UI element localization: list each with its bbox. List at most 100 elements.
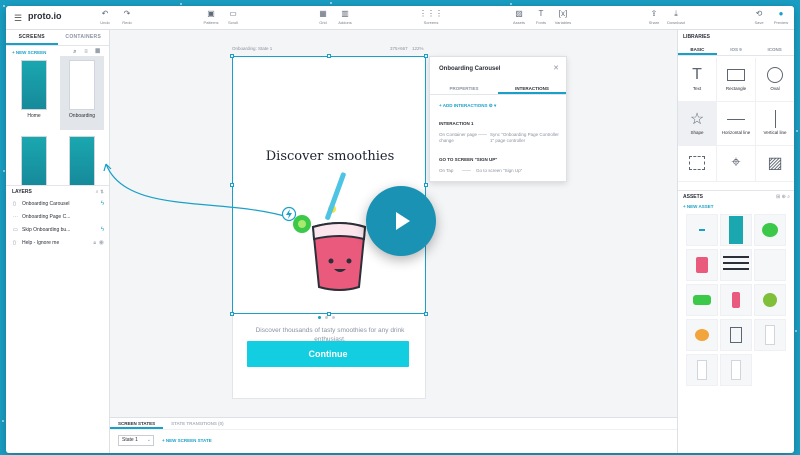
asset-thumb[interactable]	[720, 319, 752, 351]
screens-icon: ⋮⋮⋮	[419, 9, 443, 18]
shape-image[interactable]: ▨	[756, 146, 794, 182]
interaction-bolt-icon[interactable]	[281, 206, 297, 222]
layer-item[interactable]: ⋯ Onboarding Page C...	[6, 211, 110, 223]
panel-tabs: PROPERTIES INTERACTIONS	[430, 83, 566, 95]
state-select[interactable]: State 1 ⌄	[118, 435, 154, 446]
download-button[interactable]: ⤓ Download	[661, 9, 691, 25]
layer-item[interactable]: ▭ Skip Onboarding bu... ϟ	[6, 224, 110, 236]
tab-state-transitions[interactable]: STATE TRANSITIONS (0)	[163, 418, 232, 429]
screen-thumb-onboarding[interactable]: Onboarding	[60, 56, 104, 130]
tab-basic[interactable]: BASIC	[678, 44, 717, 55]
redo-button[interactable]: ↷ Redo	[112, 9, 142, 25]
dashed-box-icon	[678, 154, 716, 172]
wand-icon: ⚙ ▾	[488, 103, 497, 108]
asset-thumb[interactable]	[686, 214, 718, 246]
shape-vertical-line[interactable]: Vertical line	[756, 102, 794, 146]
variables-button[interactable]: [x] Variables	[548, 9, 578, 25]
screen-thumb-home[interactable]: Home	[12, 60, 56, 130]
tab-screen-states[interactable]: SCREEN STATES	[110, 418, 164, 429]
asset-thumb[interactable]	[720, 249, 752, 281]
addons-button[interactable]: ▥ Addons	[330, 9, 360, 25]
shape-dashed-box[interactable]	[678, 146, 717, 182]
asset-thumb[interactable]	[754, 284, 786, 316]
continue-button[interactable]: Continue	[247, 341, 409, 367]
add-interactions-button[interactable]: + ADD INTERACTIONS ⚙ ▾	[439, 103, 496, 109]
resize-handle[interactable]	[327, 54, 331, 58]
top-toolbar: ☰ proto.io ↶ Undo ↷ Redo ▣ Patterns ▭ Scroll…	[6, 6, 794, 30]
asset-thumb[interactable]	[754, 319, 786, 351]
new-screen-state-button[interactable]: + NEW SCREEN STATE	[162, 438, 212, 443]
new-asset-button[interactable]: + NEW ASSET	[683, 204, 713, 209]
asset-thumb[interactable]	[720, 284, 752, 316]
tab-properties[interactable]: PROPERTIES	[430, 83, 498, 94]
layer-icon: ▭	[13, 227, 18, 233]
shape-horizontal-line[interactable]: Horizontal line	[717, 102, 756, 146]
asset-thumb[interactable]	[686, 319, 718, 351]
interaction-link-arrow	[103, 163, 292, 219]
screens-button[interactable]: ⋮⋮⋮ Screens	[416, 9, 446, 25]
menu-icon[interactable]: ☰	[14, 13, 22, 24]
arrow-connector: ——	[478, 132, 487, 137]
resize-handle[interactable]	[230, 54, 234, 58]
goto-title[interactable]: GO TO SCREEN "SIGN UP"	[439, 157, 497, 162]
visibility-icon[interactable]: ◉	[99, 237, 104, 249]
tab-ios9[interactable]: IOS 9	[717, 44, 756, 55]
layer-item[interactable]: ▯ Help - Ignore me 🔒︎ ◉	[6, 237, 110, 249]
layers-header: LAYERS ⌕ ⇅	[6, 185, 110, 197]
interaction-title[interactable]: INTERACTION 1	[439, 121, 474, 126]
new-screen-button[interactable]: + NEW SCREEN	[12, 50, 46, 55]
page-dot[interactable]	[325, 316, 328, 319]
asset-thumb[interactable]	[686, 354, 718, 386]
interactions-panel: Onboarding Carousel ✕ PROPERTIES INTERAC…	[429, 56, 567, 182]
play-button[interactable]	[366, 186, 436, 256]
scroll-icon: ▭	[229, 9, 237, 18]
layer-icon: ⋯	[13, 214, 18, 220]
tab-screens[interactable]: SCREENS	[6, 30, 58, 45]
screen-thumb-3[interactable]	[12, 136, 56, 190]
shape-oval[interactable]: Oval	[756, 58, 794, 102]
play-icon: ●	[778, 9, 784, 18]
tab-containers[interactable]: CONTAINERS	[58, 30, 110, 45]
tab-interactions[interactable]: INTERACTIONS	[498, 83, 566, 94]
shape-rectangle[interactable]: Rectangle	[717, 58, 756, 102]
shape-text[interactable]: T Text	[678, 58, 717, 102]
scroll-button[interactable]: ▭ Scroll	[218, 9, 248, 25]
layer-item[interactable]: ▯ Onboarding Carousel ϟ	[6, 198, 110, 210]
asset-thumb[interactable]	[720, 354, 752, 386]
download-icon: ⤓	[674, 9, 678, 18]
page-dot[interactable]	[318, 316, 321, 319]
asset-thumb[interactable]	[686, 249, 718, 281]
left-panel: SCREENS CONTAINERS + NEW SCREEN ⌕ ≡ ▦ Ho…	[6, 30, 110, 453]
hline-icon	[717, 110, 755, 128]
variables-icon: [x]	[558, 9, 568, 18]
screen-thumb-image	[69, 60, 95, 110]
preview-button[interactable]: ● Preview	[766, 9, 794, 25]
play-icon	[396, 212, 410, 230]
resize-handle[interactable]	[230, 312, 234, 316]
text-icon: T	[692, 66, 702, 83]
asset-thumb[interactable]	[754, 249, 786, 281]
screen-thumb-image	[21, 60, 47, 110]
lock-icon[interactable]: 🔒︎	[93, 237, 96, 249]
close-icon[interactable]: ✕	[553, 64, 559, 72]
screen-thumb-4[interactable]	[60, 136, 104, 190]
resize-handle[interactable]	[424, 54, 428, 58]
shape-crosshair[interactable]: ⌖	[717, 146, 756, 182]
image-icon: ▨	[767, 155, 783, 172]
bottom-bar: SCREEN STATES STATE TRANSITIONS (0) Stat…	[110, 417, 677, 453]
shape-star[interactable]: ☆ Shape	[678, 102, 717, 146]
resize-handle[interactable]	[424, 312, 428, 316]
arrow-connector: ——	[462, 168, 471, 173]
library-tabs: BASIC IOS 9 ICONS	[678, 44, 794, 56]
asset-thumb[interactable]	[754, 214, 786, 246]
tab-icons[interactable]: ICONS	[755, 44, 794, 55]
asset-thumb[interactable]	[720, 214, 752, 246]
assets-tools-icons[interactable]: ⊞ ⊕ ⌕	[776, 191, 790, 203]
vline-icon	[756, 110, 794, 128]
page-dot[interactable]	[332, 316, 335, 319]
view-toggle-icons[interactable]: ⌕ ≡ ▦	[73, 49, 103, 56]
asset-thumb[interactable]	[686, 284, 718, 316]
page-indicator[interactable]	[318, 316, 335, 319]
link-path	[105, 163, 292, 219]
resize-handle[interactable]	[424, 183, 428, 187]
